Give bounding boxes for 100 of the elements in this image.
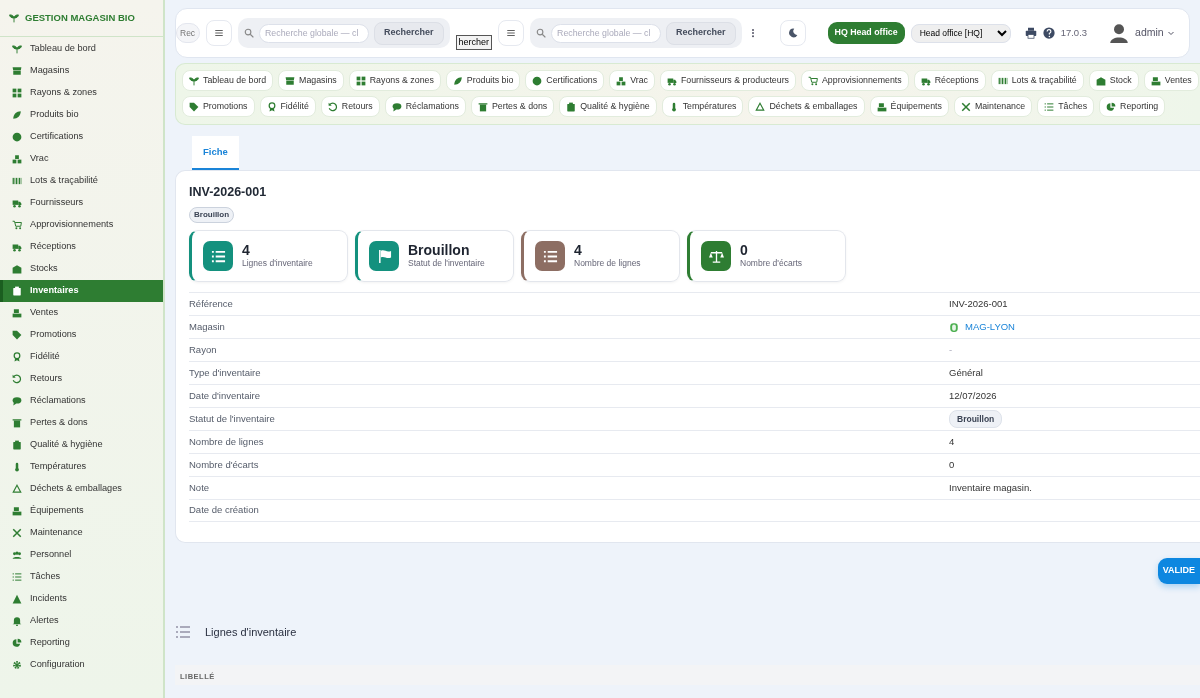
chat-icon: [391, 101, 402, 112]
nav-chip[interactable]: Pertes & dons: [470, 96, 555, 117]
nav-chip[interactable]: Tableau de bord: [182, 70, 274, 91]
sidebar-item[interactable]: Retours: [0, 368, 163, 390]
sidebar-item[interactable]: Lots & traçabilité: [0, 170, 163, 192]
seal-icon: [12, 132, 22, 142]
nav-chip[interactable]: Températures: [661, 96, 744, 117]
sprout-icon: [189, 75, 199, 86]
tab[interactable]: Fiche: [192, 136, 239, 171]
search-field[interactable]: Recherche globale — cl: [259, 23, 369, 43]
help-icon[interactable]: [1042, 27, 1055, 39]
checklist-icon: [12, 572, 22, 582]
nav-chip[interactable]: Lots & traçabilité: [990, 70, 1084, 91]
nav-chip[interactable]: Approvisionnements: [801, 70, 909, 91]
moon-icon: [787, 28, 798, 38]
grid-icon: [12, 88, 22, 98]
clipboard-icon: [12, 286, 22, 296]
sidebar-item[interactable]: Réceptions: [0, 236, 163, 258]
trash-icon: [12, 418, 22, 428]
nav-chip[interactable]: Réclamations: [384, 96, 466, 117]
sidebar-item[interactable]: Configuration: [0, 654, 163, 676]
menu-button[interactable]: [206, 20, 232, 46]
warehouse-icon: [1095, 75, 1106, 86]
sidebar-item[interactable]: Maintenance: [0, 522, 163, 544]
store-link[interactable]: MAG-LYON: [965, 319, 1015, 335]
search-button[interactable]: Rechercher: [374, 21, 444, 45]
sidebar-item[interactable]: Températures: [0, 456, 163, 478]
sidebar-item[interactable]: Produits bio: [0, 104, 163, 126]
nav-chip[interactable]: Maintenance: [953, 96, 1033, 117]
sidebar-item[interactable]: Tâches: [0, 566, 163, 588]
sidebar-item[interactable]: Rayons & zones: [0, 82, 163, 104]
chevron-down-icon: [1166, 29, 1175, 37]
sidebar-item[interactable]: Équipements: [0, 500, 163, 522]
nav-chip[interactable]: Équipements: [869, 96, 949, 117]
search-field[interactable]: Rec: [176, 23, 200, 43]
sidebar-item[interactable]: Personnel: [0, 544, 163, 566]
search-field[interactable]: Recherche globale — cl: [551, 23, 662, 43]
sidebar-item[interactable]: Approvisionnements: [0, 214, 163, 236]
nav-chip[interactable]: Qualité & hygiène: [559, 96, 657, 117]
nav-chip[interactable]: Fournisseurs & producteurs: [659, 70, 796, 91]
app-title: GESTION MAGASIN BIO: [25, 10, 135, 25]
recycle-icon: [12, 484, 22, 494]
search-button[interactable]: hercher: [455, 35, 493, 50]
trash-icon: [477, 101, 488, 112]
nav-chip[interactable]: Produits bio: [445, 70, 521, 91]
sidebar-item[interactable]: Ventes: [0, 302, 163, 324]
sidebar-item[interactable]: Tableau de bord: [0, 38, 163, 60]
sidebar-item[interactable]: Reporting: [0, 632, 163, 654]
stat-label: Lignes d'inventaire: [242, 256, 313, 270]
nav-chip[interactable]: Tâches: [1037, 96, 1095, 117]
thermo-icon: [12, 462, 22, 472]
field-value: -: [949, 342, 953, 357]
nav-chip[interactable]: Reporting: [1099, 96, 1166, 117]
nav-chip[interactable]: Certifications: [525, 70, 605, 91]
print-icon[interactable]: [1024, 27, 1037, 39]
pie-icon: [12, 638, 22, 648]
user-menu[interactable]: admin: [1135, 25, 1175, 41]
leaf-icon: [12, 110, 22, 120]
validate-button[interactable]: VALIDE: [1157, 558, 1200, 584]
nav-chip[interactable]: Rayons & zones: [348, 70, 441, 91]
sidebar-item[interactable]: Inventaires: [0, 280, 163, 302]
gear-icon: [12, 660, 22, 670]
award-icon: [266, 101, 277, 112]
sidebar-item[interactable]: Alertes: [0, 610, 163, 632]
field-label: Référence: [189, 296, 234, 311]
nav-chip[interactable]: Fidélité: [259, 96, 316, 117]
nav-chip[interactable]: Stock: [1088, 70, 1139, 91]
nav-chip[interactable]: Promotions: [182, 96, 255, 117]
sidebar-item[interactable]: Pertes & dons: [0, 412, 163, 434]
sidebar-item[interactable]: Déchets & emballages: [0, 478, 163, 500]
version-label: 17.0.3: [1060, 25, 1088, 40]
cart-icon: [808, 75, 818, 86]
sidebar-item[interactable]: Qualité & hygiène: [0, 434, 163, 456]
leaf-icon: [452, 75, 463, 86]
menu-button[interactable]: [498, 20, 525, 46]
nav-chip[interactable]: Réceptions: [913, 70, 986, 91]
nav-chip[interactable]: Ventes: [1143, 70, 1199, 91]
truck-icon: [12, 242, 22, 252]
tag-icon: [12, 330, 22, 340]
search-button[interactable]: Rechercher: [666, 21, 736, 45]
sidebar-item[interactable]: Fidélité: [0, 346, 163, 368]
sidebar-item[interactable]: Incidents: [0, 588, 163, 610]
theme-toggle-button[interactable]: [779, 20, 806, 46]
stat-label: Nombre de lignes: [574, 256, 641, 270]
nav-chip[interactable]: Vrac: [609, 70, 655, 91]
nav-chip[interactable]: Magasins: [278, 70, 344, 91]
sidebar-item[interactable]: Réclamations: [0, 390, 163, 412]
nav-chip[interactable]: Déchets & emballages: [748, 96, 865, 117]
sidebar-item[interactable]: Fournisseurs: [0, 192, 163, 214]
sidebar-item[interactable]: Vrac: [0, 148, 163, 170]
nav-chip[interactable]: Retours: [320, 96, 380, 117]
field-label: Nombre de lignes: [189, 434, 265, 449]
office-select[interactable]: Head office [HQ]: [910, 23, 1011, 43]
sidebar-item[interactable]: Stocks: [0, 258, 163, 280]
search-icon: [244, 28, 254, 38]
sidebar-item[interactable]: Certifications: [0, 126, 163, 148]
barcode-icon: [12, 176, 22, 186]
sidebar-item[interactable]: Promotions: [0, 324, 163, 346]
sidebar-item[interactable]: Magasins: [0, 60, 163, 82]
register-icon: [12, 506, 22, 516]
